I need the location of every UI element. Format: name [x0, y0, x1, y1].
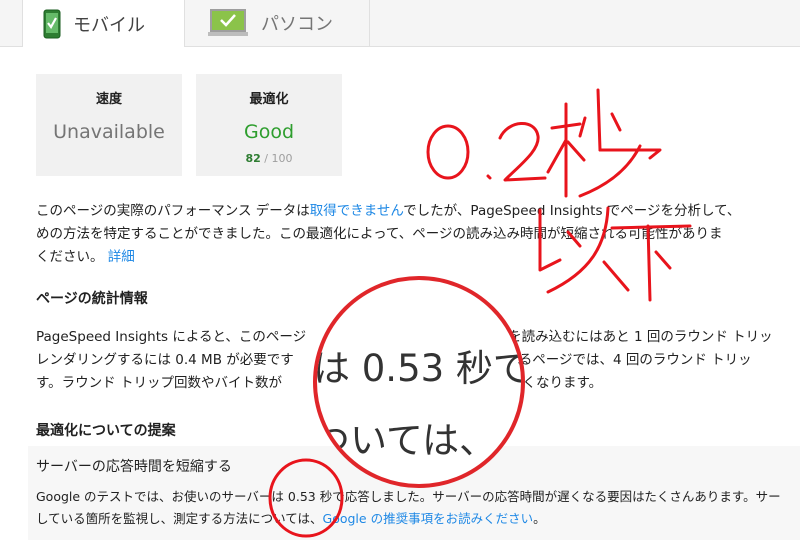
highlight-circle [268, 458, 344, 538]
handwritten-annotation [268, 88, 692, 538]
